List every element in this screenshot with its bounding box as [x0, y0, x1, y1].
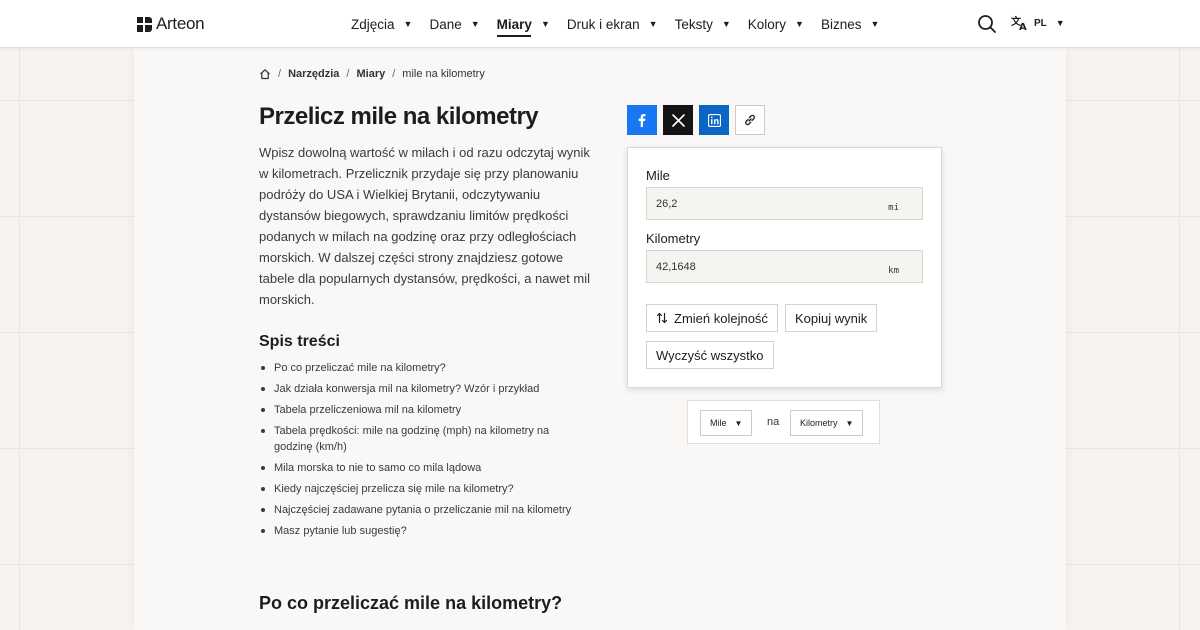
section-heading: Po co przeliczać mile na kilometry? — [259, 593, 563, 613]
chevron-down-icon: ▼ — [1055, 18, 1065, 28]
search-icon — [978, 15, 996, 33]
miles-input[interactable]: 26,2 mi — [646, 187, 923, 220]
from-unit-select[interactable]: Mile ▼ — [700, 410, 753, 436]
breadcrumb: / Narzędzia / Miary / mile na kilometry — [259, 68, 485, 80]
facebook-icon — [638, 114, 646, 127]
breadcrumb-separator: / — [392, 68, 396, 80]
toc-item[interactable]: Kiedy najczęściej przelicza się mile na … — [259, 481, 579, 497]
swap-button-label: Zmień kolejność — [674, 310, 768, 326]
language-label: PL — [1034, 17, 1047, 29]
converter-panel: Mile 26,2 mi Kilometry 42,1648 km Zmień … — [627, 147, 942, 388]
language-switcher[interactable]: 文 A PL ▼ — [1011, 15, 1065, 31]
copy-link-button[interactable] — [735, 105, 765, 135]
x-icon — [671, 113, 685, 127]
logo[interactable]: Arteon — [137, 14, 205, 34]
toc-item[interactable]: Tabela przeliczeniowa mil na kilometry — [259, 402, 579, 418]
share-linkedin-button[interactable] — [699, 105, 729, 135]
miles-unit: mi — [888, 203, 899, 213]
toc-item[interactable]: Najczęściej zadawane pytania o przelicza… — [259, 502, 579, 518]
kilometers-unit: km — [888, 266, 899, 276]
toc-item[interactable]: Po co przeliczać mile na kilometry? — [259, 360, 579, 376]
chevron-down-icon: ▼ — [470, 19, 480, 29]
chevron-down-icon: ▼ — [648, 19, 658, 29]
logo-mark-icon — [137, 16, 152, 32]
search-button[interactable] — [977, 14, 997, 34]
nav-item-dane[interactable]: Dane ▼ — [429, 14, 479, 34]
nav-item-biznes[interactable]: Biznes ▼ — [821, 14, 879, 34]
linkedin-icon — [707, 113, 721, 127]
nav-item-zdjecia[interactable]: Zdjęcia ▼ — [351, 14, 412, 34]
share-buttons — [627, 105, 771, 135]
chevron-down-icon: ▼ — [734, 418, 743, 428]
kilometers-value: 42,1648 — [656, 261, 696, 273]
to-unit-select[interactable]: Kilometry ▼ — [790, 410, 864, 436]
breadcrumb-separator: / — [346, 68, 350, 80]
kilometers-input[interactable]: 42,1648 km — [646, 250, 923, 283]
share-x-button[interactable] — [663, 105, 693, 135]
nav-item-teksty[interactable]: Teksty ▼ — [675, 14, 731, 34]
toc-item[interactable]: Mila morska to nie to samo co mila lądow… — [259, 460, 579, 476]
toc-title: Spis treści — [259, 333, 340, 350]
clear-all-label: Wyczyść wszystko — [656, 347, 764, 363]
from-unit-value: Mile — [710, 418, 727, 428]
toc-item[interactable]: Masz pytanie lub sugestię? — [259, 523, 579, 539]
site-header: Arteon Zdjęcia ▼ Dane ▼ Miary ▼ Druk i e… — [0, 0, 1200, 48]
copy-result-button[interactable]: Kopiuj wynik — [785, 304, 878, 332]
chevron-down-icon: ▼ — [540, 19, 550, 29]
nav-item-miary[interactable]: Miary ▼ — [496, 14, 550, 37]
page-title: Przelicz mile na kilometry — [259, 103, 539, 130]
chevron-down-icon: ▼ — [795, 19, 804, 29]
unit-connector: na — [767, 416, 780, 428]
unit-selector: Mile ▼ na Kilometry ▼ — [687, 400, 880, 444]
table-of-contents: Po co przeliczać mile na kilometry? Jak … — [259, 360, 579, 544]
share-facebook-button[interactable] — [627, 105, 657, 135]
nav-item-kolory[interactable]: Kolory ▼ — [748, 14, 804, 34]
kilometers-label: Kilometry — [646, 231, 701, 246]
nav-item-druk-i-ekran[interactable]: Druk i ekran ▼ — [567, 14, 658, 34]
miles-value: 26,2 — [656, 198, 678, 210]
breadcrumb-separator: / — [278, 68, 282, 80]
miles-label: Mile — [646, 168, 670, 183]
clear-all-button[interactable]: Wyczyść wszystko — [646, 341, 774, 369]
breadcrumb-current: mile na kilometry — [402, 68, 485, 80]
home-icon[interactable] — [259, 68, 271, 80]
chevron-down-icon: ▼ — [845, 418, 854, 428]
swap-button[interactable]: Zmień kolejność — [646, 304, 778, 332]
copy-result-label: Kopiuj wynik — [795, 310, 868, 326]
logo-text: Arteon — [156, 14, 205, 33]
to-unit-value: Kilometry — [800, 418, 838, 428]
link-icon — [745, 114, 755, 126]
swap-icon — [656, 312, 668, 324]
chevron-down-icon: ▼ — [403, 19, 413, 29]
intro-text: Wpisz dowolną wartość w milach i od razu… — [259, 145, 590, 307]
toc-item[interactable]: Jak działa konwersja mil na kilometry? W… — [259, 381, 579, 397]
breadcrumb-link-narzedzia[interactable]: Narzędzia — [288, 68, 339, 80]
translate-icon: 文 A — [1011, 15, 1027, 31]
chevron-down-icon: ▼ — [721, 19, 731, 29]
main-nav: Zdjęcia ▼ Dane ▼ Miary ▼ Druk i ekran ▼ … — [351, 14, 896, 37]
toc-item[interactable]: Tabela prędkości: mile na godzinę (mph) … — [259, 423, 579, 455]
chevron-down-icon: ▼ — [870, 19, 880, 29]
svg-text:A: A — [1019, 22, 1027, 31]
breadcrumb-link-miary[interactable]: Miary — [356, 68, 385, 80]
